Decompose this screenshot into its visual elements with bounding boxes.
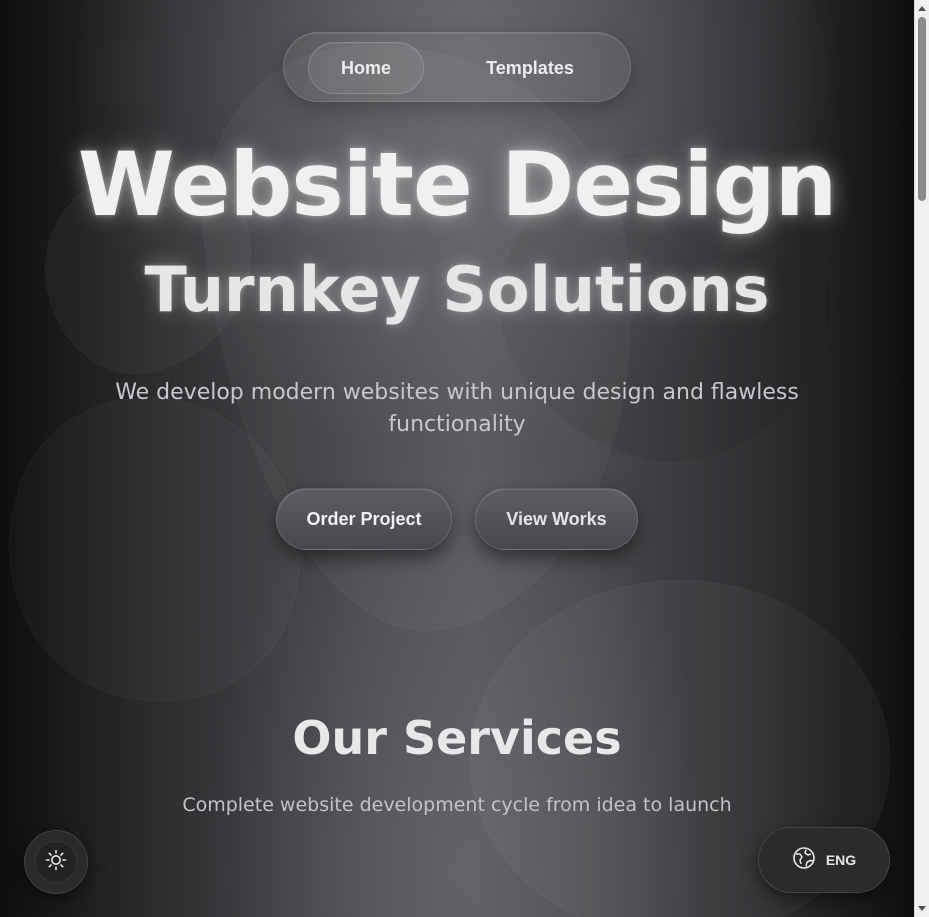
language-switcher[interactable]: ENG bbox=[758, 827, 890, 893]
hero-title: Website Design bbox=[77, 133, 837, 236]
theme-toggle-inner bbox=[35, 841, 77, 883]
sun-icon bbox=[45, 849, 67, 875]
scrollbar-thumb[interactable] bbox=[918, 17, 926, 201]
nav-home-link[interactable]: Home bbox=[308, 42, 424, 94]
nav-templates-link[interactable]: Templates bbox=[470, 42, 590, 94]
top-nav: Home Templates bbox=[283, 32, 631, 102]
hero-description: We develop modern websites with unique d… bbox=[115, 380, 799, 437]
services-title: Our Services bbox=[292, 711, 622, 765]
globe-icon bbox=[792, 846, 816, 874]
scroll-up-arrow-icon[interactable] bbox=[918, 6, 926, 11]
vertical-scrollbar[interactable] bbox=[914, 0, 929, 917]
language-label: ENG bbox=[825, 852, 857, 868]
services-description: Complete website development cycle from … bbox=[182, 794, 732, 816]
order-project-button[interactable]: Order Project bbox=[276, 488, 452, 550]
theme-toggle-button[interactable] bbox=[24, 830, 88, 894]
view-works-button[interactable]: View Works bbox=[475, 488, 638, 550]
hero-subtitle: Turnkey Solutions bbox=[144, 253, 770, 326]
page: Home Templates Website Design Turnkey So… bbox=[0, 0, 914, 917]
scroll-down-arrow-icon[interactable] bbox=[918, 906, 926, 911]
